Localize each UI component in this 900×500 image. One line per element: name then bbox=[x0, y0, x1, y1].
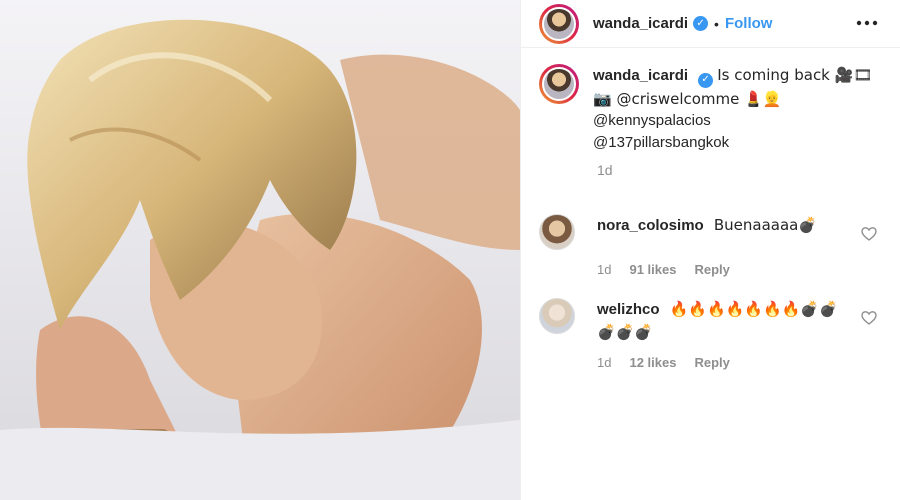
caption-text: wanda_icardi ✓ Is coming back 🎥🎞 📷 @crisw… bbox=[593, 64, 882, 154]
comment-body: welizhco 🔥🔥🔥🔥🔥🔥🔥💣💣 💣💣💣 bbox=[597, 298, 847, 343]
comment-likes[interactable]: 91 likes bbox=[629, 262, 676, 277]
follow-button[interactable]: Follow bbox=[725, 15, 773, 32]
comment-item: nora_colosimo Buenaaaaa💣 1d 91 likes Rep… bbox=[539, 214, 883, 277]
comment-username[interactable]: welizhco bbox=[597, 301, 660, 318]
comment-reply-button[interactable]: Reply bbox=[694, 355, 729, 370]
caption-verified-badge-icon: ✓ bbox=[698, 72, 714, 88]
caption-mention-kennyspalacios[interactable]: @kennyspalacios bbox=[593, 110, 882, 132]
caption-mention-137pillarsbangkok[interactable]: @137pillarsbangkok bbox=[593, 132, 882, 154]
caption-line1: Is coming back 🎥🎞 bbox=[717, 66, 873, 84]
comment-username[interactable]: nora_colosimo bbox=[597, 217, 704, 234]
caption-timestamp: 1d bbox=[597, 161, 613, 178]
comment-timestamp: 1d bbox=[597, 262, 612, 277]
caption: wanda_icardi ✓ Is coming back 🎥🎞 📷 @crisw… bbox=[521, 48, 900, 178]
author-username[interactable]: wanda_icardi bbox=[593, 15, 688, 32]
post-photo[interactable] bbox=[0, 0, 520, 500]
post-header: wanda_icardi ✓ • Follow bbox=[521, 0, 900, 48]
instagram-post: wanda_icardi ✓ • Follow wanda_icardi ✓ Is… bbox=[0, 0, 900, 500]
comment-timestamp: 1d bbox=[597, 355, 612, 370]
comment-text: Buenaaaaa💣 bbox=[713, 216, 818, 234]
caption-username[interactable]: wanda_icardi bbox=[593, 67, 688, 84]
comment-likes[interactable]: 12 likes bbox=[629, 355, 676, 370]
comment-text: 🔥🔥🔥🔥🔥🔥🔥💣💣 bbox=[669, 300, 838, 318]
caption-line2[interactable]: 📷 @criswelcomme 💄👱 bbox=[593, 88, 882, 110]
post-side-panel: wanda_icardi ✓ • Follow wanda_icardi ✓ Is… bbox=[520, 0, 900, 500]
comment-body: nora_colosimo Buenaaaaa💣 bbox=[597, 214, 847, 237]
comment-avatar[interactable] bbox=[539, 214, 575, 250]
post-photo-illustration bbox=[0, 0, 520, 500]
comment-item: welizhco 🔥🔥🔥🔥🔥🔥🔥💣💣 💣💣💣 1d 12 likes Reply bbox=[539, 298, 883, 370]
verified-badge-icon: ✓ bbox=[693, 16, 709, 31]
heart-icon[interactable] bbox=[861, 226, 877, 242]
comment-avatar[interactable] bbox=[539, 298, 575, 334]
comment-reply-button[interactable]: Reply bbox=[694, 262, 729, 277]
caption-avatar[interactable] bbox=[539, 64, 579, 104]
comment-meta: 1d 91 likes Reply bbox=[597, 262, 883, 277]
more-options-icon[interactable] bbox=[856, 13, 878, 33]
comment-text-line2: 💣💣💣 bbox=[597, 323, 654, 341]
comment-meta: 1d 12 likes Reply bbox=[597, 355, 883, 370]
author-avatar[interactable] bbox=[539, 3, 579, 44]
heart-icon[interactable] bbox=[861, 310, 877, 326]
separator-dot: • bbox=[714, 15, 719, 32]
